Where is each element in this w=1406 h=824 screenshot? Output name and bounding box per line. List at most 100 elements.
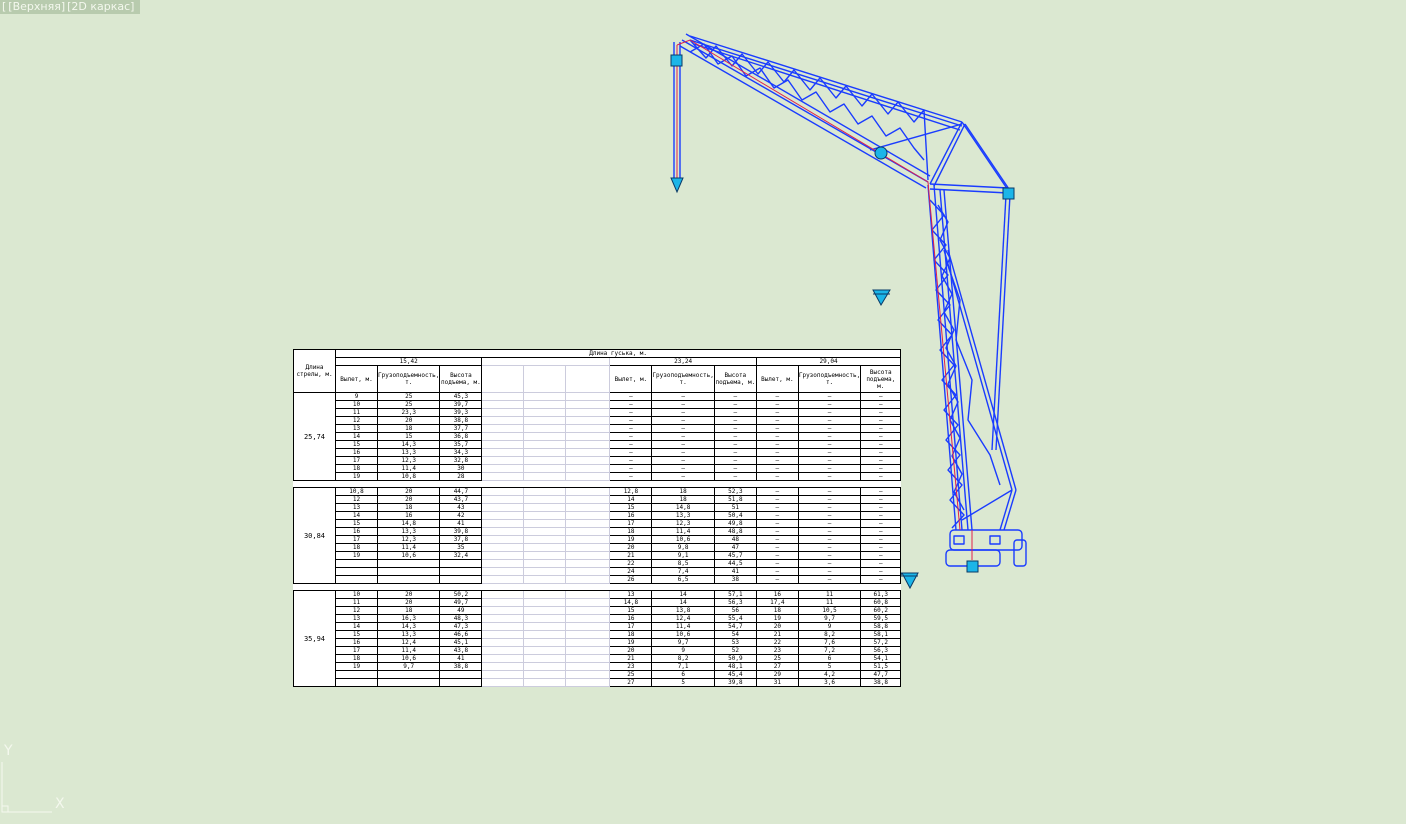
- load-chart-table[interactable]: Длина стрелы, м. Длина гуська, м. 15,42 23,…: [293, 349, 902, 687]
- table-cell: —: [713, 464, 757, 473]
- table-cell: —: [755, 503, 799, 512]
- gap-cell: [523, 408, 567, 417]
- table-cell: 48,8: [713, 527, 757, 536]
- table-cell: 18: [609, 527, 653, 536]
- table-cell: 20: [376, 495, 441, 504]
- table-cell: 34,3: [439, 448, 483, 457]
- gap-cell: [481, 519, 525, 528]
- table-cell: 10,5: [797, 606, 862, 615]
- table-cell: —: [860, 511, 902, 520]
- table-cell: 16: [335, 638, 378, 647]
- table-cell: —: [860, 472, 902, 481]
- table-cell: 11,4: [376, 543, 441, 552]
- table-cell: 43: [439, 503, 483, 512]
- gap-cell: [481, 614, 525, 623]
- ground-marker-3: [901, 572, 919, 590]
- table-cell: 14: [335, 622, 378, 631]
- table-cell: —: [755, 535, 799, 544]
- table-cell: 15: [609, 503, 653, 512]
- table-row: 19 9,7 38,8 23 7,1 48,1 27 5 51,5: [294, 662, 902, 671]
- gap-cell: [481, 630, 525, 639]
- table-row: 12 20 38,8— — — — — —: [294, 416, 902, 425]
- table-cell: 23,3: [376, 408, 441, 417]
- table-cell: —: [755, 440, 799, 449]
- table-cell: 16: [609, 511, 653, 520]
- table-cell: —: [609, 416, 653, 425]
- table-cell: —: [797, 432, 862, 441]
- table-cell: —: [755, 559, 799, 568]
- gap-cell: [565, 424, 611, 433]
- table-cell: —: [651, 424, 715, 433]
- table-cell: 5: [651, 678, 715, 687]
- table-cell: [439, 567, 483, 576]
- table-row: 11 23,3 39,3— — — — — —: [294, 408, 902, 417]
- gap-cell: [523, 614, 567, 623]
- gap-cell: [565, 527, 611, 536]
- table-cell: —: [713, 408, 757, 417]
- table-cell: 44,5: [713, 559, 757, 568]
- table-cell: —: [651, 440, 715, 449]
- table-cell: 26: [609, 575, 653, 584]
- gap-cell: [481, 535, 525, 544]
- table-cell: 50,4: [713, 511, 757, 520]
- table-cell: 20: [376, 487, 441, 496]
- table-cell: —: [860, 487, 902, 496]
- table-cell: —: [860, 448, 902, 457]
- table-cell: 56,3: [860, 646, 902, 655]
- table-cell: —: [713, 448, 757, 457]
- table-row: 12 20 43,7 14 18 51,8— — —: [294, 495, 902, 504]
- gap-cell: [565, 456, 611, 465]
- table-cell: —: [713, 432, 757, 441]
- table-cell: —: [797, 511, 862, 520]
- table-cell: 56: [713, 606, 757, 615]
- table-cell: 8,2: [651, 654, 715, 663]
- table-cell: 48: [713, 535, 757, 544]
- gap-cell: [523, 503, 567, 512]
- table-cell: [376, 575, 441, 584]
- table-cell: 13,3: [651, 511, 715, 520]
- gap-cell: [481, 440, 525, 449]
- gap-cell: [481, 456, 525, 465]
- group-separator: [293, 583, 901, 591]
- sub-header-cell: Высота подъема, м.: [860, 365, 902, 393]
- table-cell: [439, 559, 483, 568]
- gap-cell: [565, 440, 611, 449]
- table-cell: 54,1: [860, 654, 902, 663]
- table-cell: 52,3: [713, 487, 757, 496]
- table-cell: 3,6: [797, 678, 862, 687]
- gap-cell: [565, 495, 611, 504]
- table-row: 17 11,4 43,8 20 9 52 23 7,2 56,3: [294, 646, 902, 655]
- table-cell: 14,8: [609, 598, 653, 607]
- gap-cell: [565, 448, 611, 457]
- table-row: 18 11,4 35 20 9,8 47— — —: [294, 543, 902, 552]
- table-cell: 20: [376, 416, 441, 425]
- table-cell: [335, 678, 378, 687]
- table-cell: —: [797, 464, 862, 473]
- table-cell: 27: [755, 662, 799, 671]
- table-cell: 19: [335, 472, 378, 481]
- table-cell: 14: [335, 432, 378, 441]
- table-row: 11 20 49,7 14,8 14 56,3 17,4 11 60,8: [294, 598, 902, 607]
- table-row: 24 7,4 41— — —: [294, 567, 902, 576]
- gap-cell: [481, 622, 525, 631]
- table-cell: —: [860, 535, 902, 544]
- table-cell: 6: [651, 670, 715, 679]
- table-row: 14 16 42 16 13,3 50,4— — —: [294, 511, 902, 520]
- table-cell: —: [609, 464, 653, 473]
- table-cell: —: [797, 416, 862, 425]
- mast-head-marker: [1002, 187, 1015, 200]
- base-marker: [966, 560, 979, 573]
- table-cell: —: [860, 408, 902, 417]
- table-cell: 30: [439, 464, 483, 473]
- gap-cell: [565, 630, 611, 639]
- table-cell: 7,4: [651, 567, 715, 576]
- table-cell: 13: [335, 424, 378, 433]
- table-cell: 9,8: [651, 543, 715, 552]
- sub-header-cell: Вылет, м.: [609, 365, 653, 393]
- gap-cell: [481, 662, 525, 671]
- table-cell: 37,7: [439, 424, 483, 433]
- table-row: 15 14,8 41 17 12,3 49,8— — —: [294, 519, 902, 528]
- table-cell: —: [609, 400, 653, 409]
- gap-cell: [481, 487, 525, 496]
- table-cell: —: [609, 432, 653, 441]
